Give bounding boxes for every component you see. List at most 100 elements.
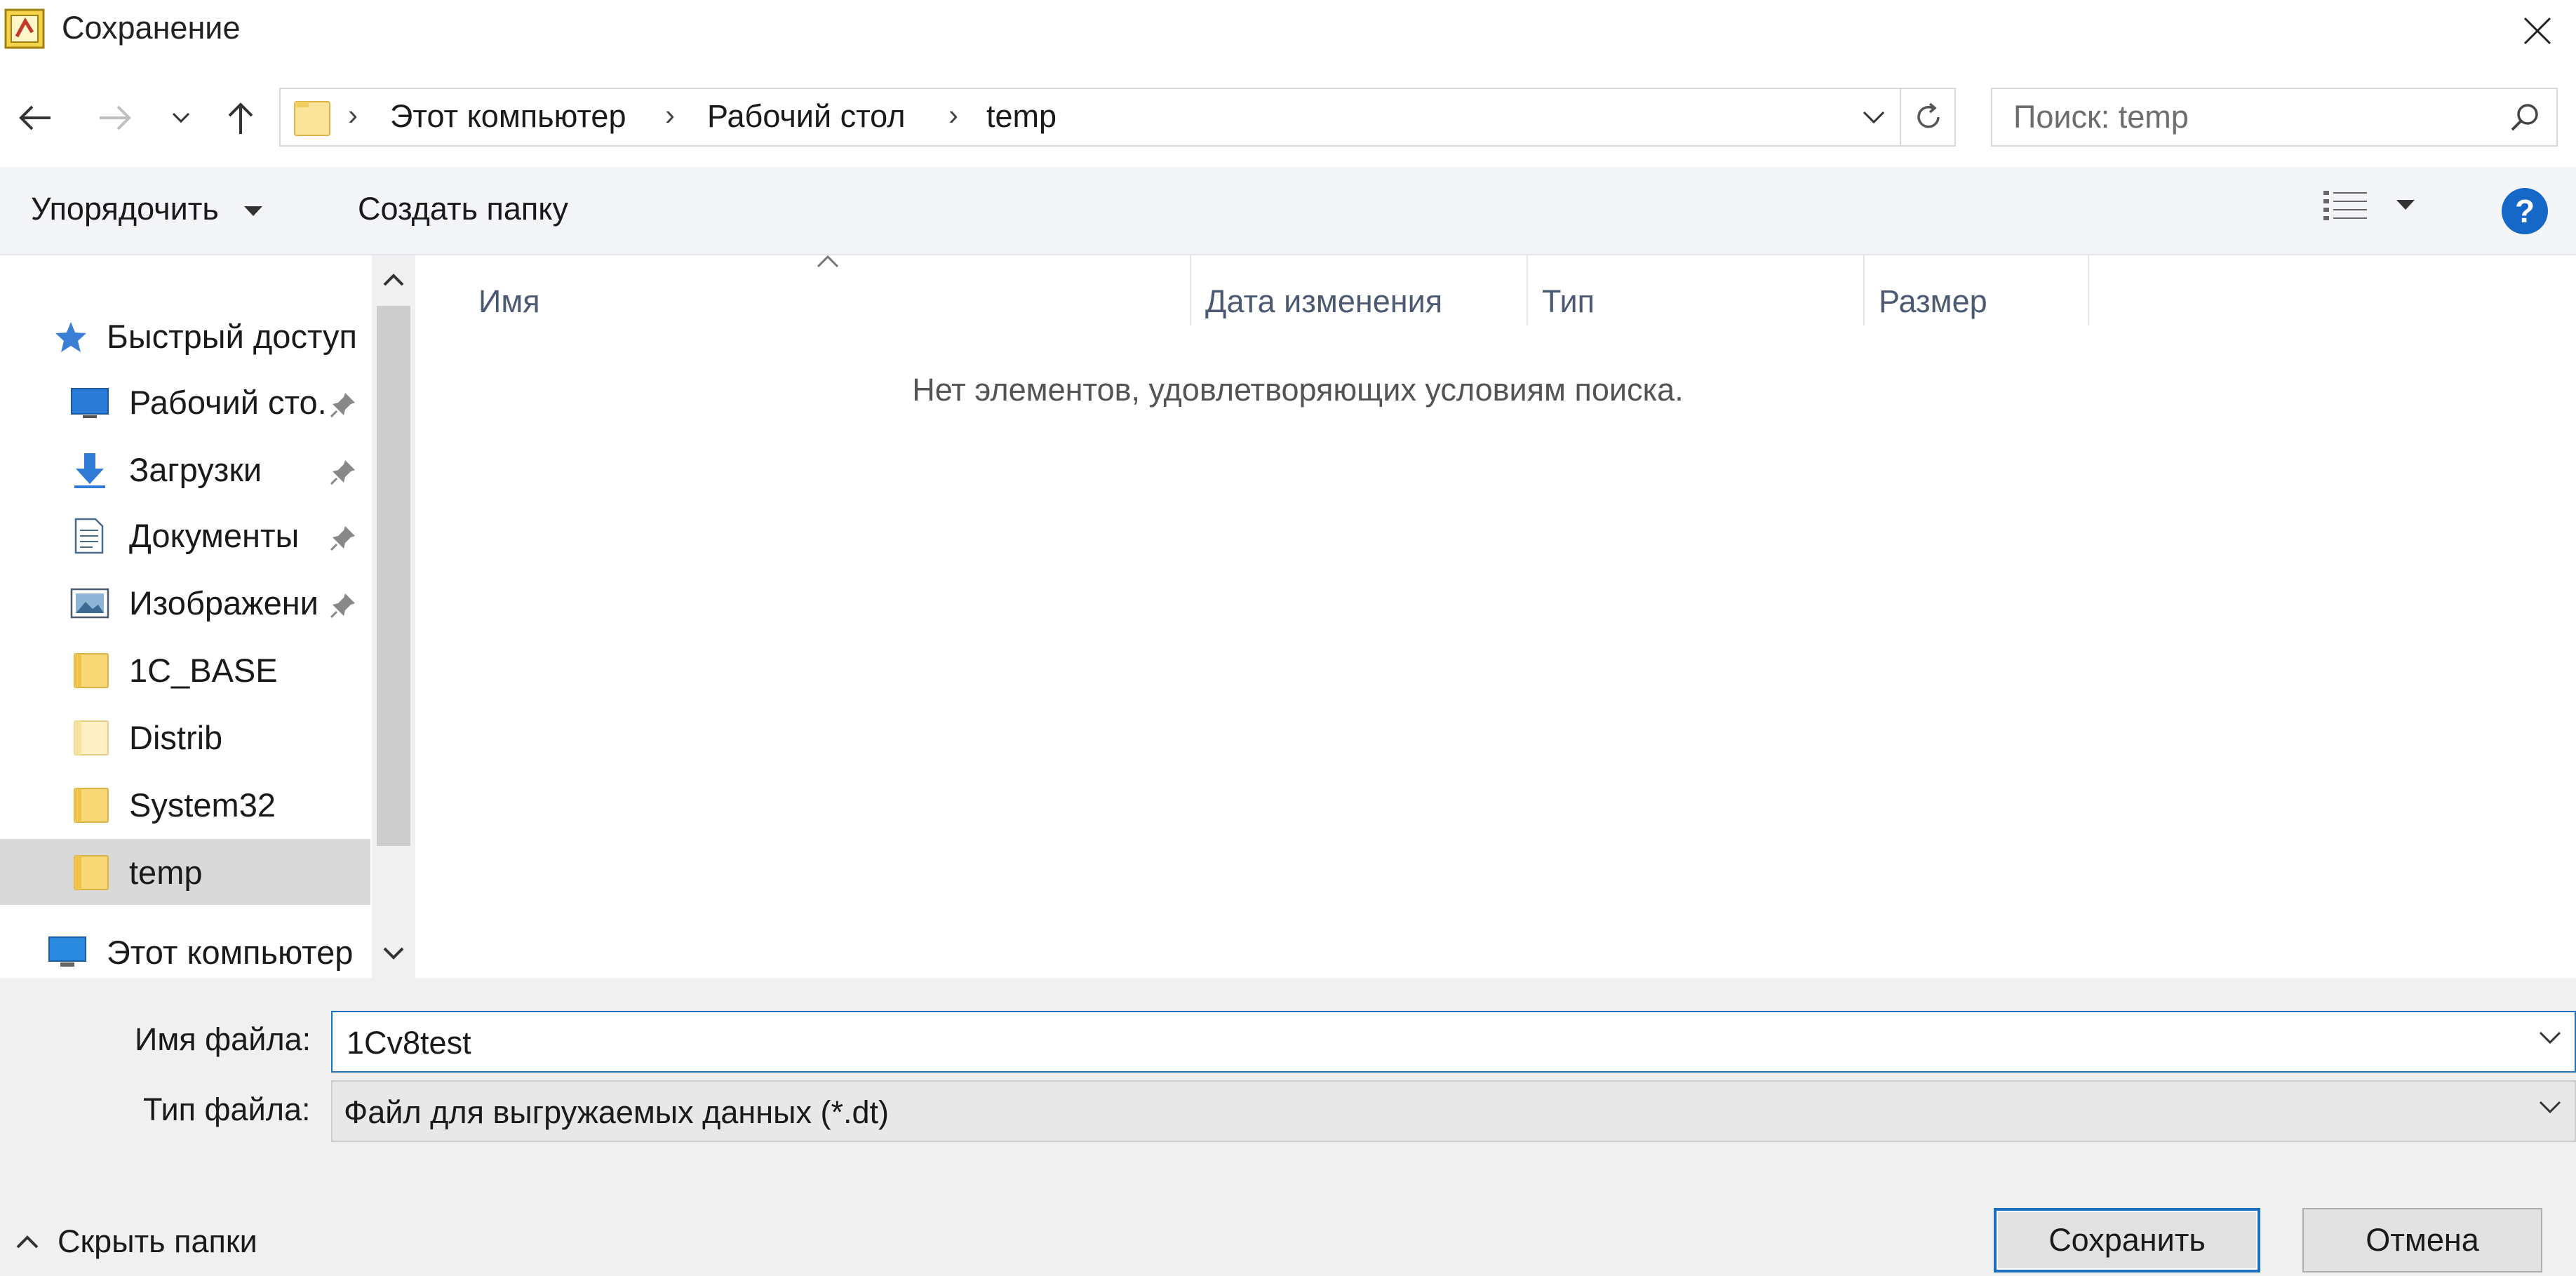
breadcrumb-separator: ›	[665, 98, 675, 131]
title-bar: Сохранение	[0, 0, 2576, 62]
address-bar[interactable]: › Этот компьютер › Рабочий стол › temp	[279, 88, 1956, 147]
pictures-icon	[70, 588, 109, 619]
filetype-label: Тип файла:	[143, 1092, 311, 1127]
caret-down-icon	[2396, 200, 2415, 210]
chevron-up-icon	[16, 1235, 39, 1249]
nav-quick-access[interactable]: Быстрый доступ	[0, 303, 370, 369]
star-icon	[55, 322, 86, 352]
filename-combobox[interactable]	[331, 1011, 2576, 1073]
file-list: Имя Дата изменения Тип Размер Нет элемен…	[420, 255, 2576, 978]
desktop-icon	[71, 388, 109, 418]
column-header-name[interactable]: Имя	[464, 268, 1190, 335]
navigation-pane: Быстрый доступ Рабочий сто. Загрузки Док…	[0, 255, 415, 978]
search-icon[interactable]	[2509, 102, 2541, 134]
chevron-down-icon	[1863, 111, 1885, 124]
nav-item-label: Загрузки	[129, 451, 262, 488]
nav-item-label: Документы	[129, 517, 300, 554]
command-bar: Упорядочить Создать папку ?	[0, 167, 2576, 255]
hide-folders-button[interactable]: Скрыть папки	[15, 1223, 257, 1260]
chevron-up-icon	[383, 274, 404, 286]
address-history-dropdown[interactable]	[1849, 89, 1898, 145]
organize-label: Упорядочить	[31, 191, 219, 227]
refresh-icon	[1917, 102, 1940, 128]
column-header-type[interactable]: Тип	[1528, 268, 1863, 335]
hide-folders-label: Скрыть папки	[58, 1223, 257, 1259]
chevron-down-icon	[2539, 1101, 2561, 1114]
nav-item-temp[interactable]: temp	[0, 839, 370, 905]
save-dialog: Сохранение › Этот компьютер › Рабочий ст…	[0, 0, 2576, 1276]
save-button[interactable]: Сохранить	[1994, 1208, 2260, 1272]
column-header-date[interactable]: Дата изменения	[1191, 268, 1527, 335]
scroll-down-button[interactable]	[372, 929, 415, 978]
nav-item-label: 1C_BASE	[129, 652, 278, 689]
nav-item-system32[interactable]: System32	[0, 772, 370, 838]
new-folder-button[interactable]: Создать папку	[358, 191, 568, 227]
document-icon	[74, 518, 104, 554]
nav-item-distrib[interactable]: Distrib	[0, 704, 370, 770]
computer-icon	[48, 936, 86, 967]
column-header-label: Имя	[478, 283, 540, 319]
recent-locations-button[interactable]	[160, 83, 202, 153]
view-options-button[interactable]	[2322, 188, 2416, 222]
column-header-label: Размер	[1879, 283, 1987, 319]
pin-icon[interactable]	[330, 523, 358, 551]
nav-this-pc[interactable]: Этот компьютер	[0, 927, 370, 978]
arrow-right-icon	[100, 105, 131, 130]
breadcrumb-separator: ›	[348, 98, 358, 131]
view-details-icon	[2323, 191, 2367, 220]
forward-button[interactable]	[91, 83, 140, 153]
filename-input[interactable]	[347, 1023, 2451, 1063]
arrow-left-icon	[19, 105, 51, 130]
chevron-down-icon	[383, 947, 404, 960]
empty-list-message: Нет элементов, удовлетворяющих условиям …	[912, 372, 1684, 408]
up-button[interactable]	[216, 83, 265, 153]
folder-icon	[74, 720, 109, 755]
nav-item-pictures[interactable]: Изображени	[0, 570, 370, 636]
search-box[interactable]	[1991, 88, 2558, 147]
arrow-up-icon	[228, 102, 253, 134]
help-button[interactable]: ?	[2502, 188, 2548, 234]
nav-item-label: Distrib	[129, 719, 223, 756]
organize-button[interactable]: Упорядочить	[31, 191, 264, 227]
nav-quick-access-label: Быстрый доступ	[107, 318, 357, 355]
chevron-down-icon[interactable]	[2538, 1030, 2562, 1045]
search-input[interactable]	[2013, 99, 2490, 135]
nav-item-label: temp	[129, 854, 203, 891]
cancel-button[interactable]: Отмена	[2302, 1208, 2542, 1272]
folder-icon	[74, 855, 109, 890]
column-header-label: Тип	[1542, 283, 1595, 319]
nav-item-downloads[interactable]: Загрузки	[0, 436, 370, 502]
save-form: Имя файла: Тип файла: Файл для выгружаем…	[0, 978, 2576, 1276]
folder-icon	[74, 653, 109, 688]
filetype-select[interactable]: Файл для выгружаемых данных (*.dt)	[331, 1080, 2576, 1142]
pin-icon[interactable]	[330, 591, 358, 619]
pin-icon[interactable]	[330, 457, 358, 485]
column-header-label: Дата изменения	[1205, 283, 1443, 319]
close-icon	[2523, 17, 2551, 45]
column-header-size[interactable]: Размер	[1865, 268, 2088, 335]
nav-item-documents[interactable]: Документы	[0, 502, 370, 568]
download-icon	[74, 453, 105, 488]
filename-label: Имя файла:	[135, 1021, 311, 1057]
caret-down-icon	[244, 206, 263, 217]
filetype-value: Файл для выгружаемых данных (*.dt)	[344, 1094, 889, 1130]
breadcrumb-this-pc[interactable]: Этот компьютер	[390, 98, 626, 135]
app-1c-icon	[4, 8, 45, 49]
sort-ascending-icon	[817, 255, 839, 268]
breadcrumb-temp[interactable]: temp	[986, 98, 1056, 135]
folder-icon	[74, 788, 109, 823]
nav-item-label: Изображени	[129, 584, 318, 622]
scroll-up-button[interactable]	[372, 255, 415, 304]
breadcrumb-separator: ›	[948, 98, 958, 131]
refresh-button[interactable]	[1900, 88, 1956, 147]
nav-this-pc-label: Этот компьютер	[107, 934, 354, 971]
nav-item-label: System32	[129, 786, 276, 824]
nav-item-1c-base[interactable]: 1C_BASE	[0, 637, 370, 703]
close-button[interactable]	[2499, 0, 2576, 62]
address-row: › Этот компьютер › Рабочий стол › temp	[0, 83, 2576, 153]
column-divider[interactable]	[2088, 255, 2089, 325]
back-button[interactable]	[10, 83, 59, 153]
breadcrumb-desktop[interactable]: Рабочий стол	[707, 98, 905, 135]
folder-icon	[294, 101, 330, 136]
nav-scrollbar[interactable]	[372, 255, 415, 978]
